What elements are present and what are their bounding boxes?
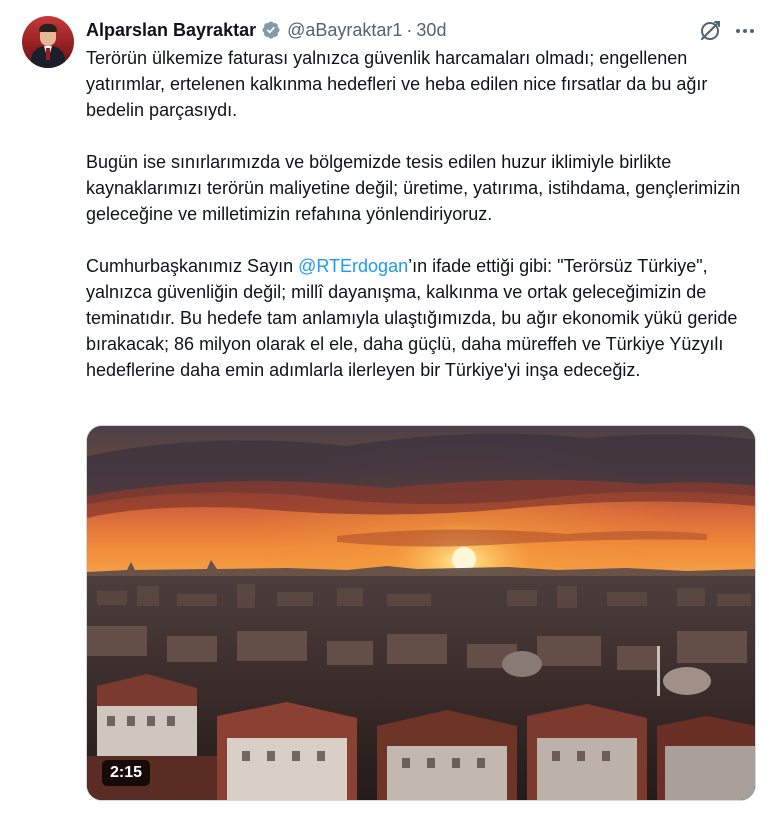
separator-dot: · (406, 19, 413, 40)
avatar-hair (39, 24, 57, 32)
author-handle[interactable]: @aBayraktar1 (287, 20, 402, 41)
author-name[interactable]: Alparslan Bayraktar (86, 20, 256, 41)
tweet-paragraph-2: Bugün ise sınırlarımızda ve bölgemizde t… (86, 152, 741, 224)
video-thumbnail[interactable] (86, 425, 756, 801)
tweet-paragraph-3: Cumhurbaşkanımız Sayın @RTErdogan’ın ifa… (86, 253, 762, 383)
video-duration-badge: 2:15 (102, 760, 151, 786)
avatar[interactable] (22, 16, 74, 68)
tweet-paragraph-1: Terörün ülkemize faturası yalnızca güven… (86, 48, 708, 120)
more-icon[interactable] (733, 19, 757, 43)
tweet-text: Terörün ülkemize faturası yalnızca güven… (86, 45, 762, 409)
grok-icon[interactable] (698, 19, 722, 43)
tweet-paragraph-3-start: Cumhurbaşkanımız Sayın (86, 256, 299, 276)
avatar-tie (46, 48, 50, 60)
tweet-header: Alparslan Bayraktar @aBayraktar1 · 30d (86, 17, 446, 43)
mention-link[interactable]: @RTErdogan (298, 256, 408, 276)
verified-badge-icon[interactable] (261, 20, 281, 40)
tweet-timestamp[interactable]: 30d (416, 20, 446, 41)
tweet: Alparslan Bayraktar @aBayraktar1 · 30d T… (0, 0, 770, 813)
